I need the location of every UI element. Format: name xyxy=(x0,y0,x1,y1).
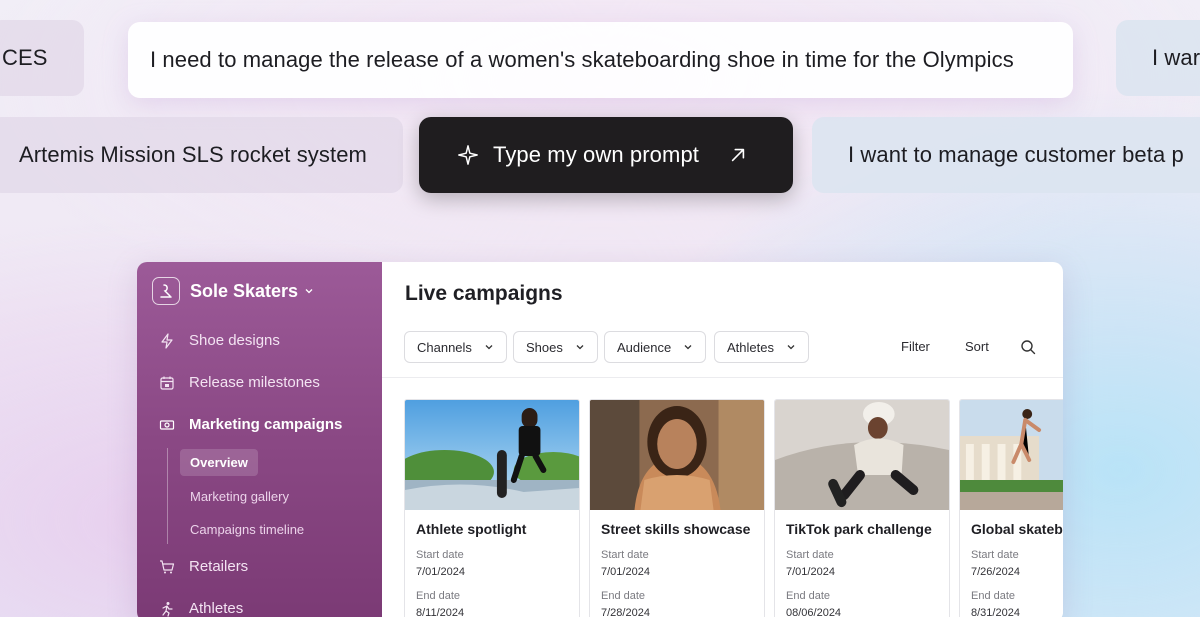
end-date-value: 08/06/2024 xyxy=(786,607,842,617)
prompt-pill-beta[interactable]: I want to manage customer beta p xyxy=(812,117,1200,193)
chip-label: Audience xyxy=(617,339,672,355)
start-date-label: Start date xyxy=(786,549,834,561)
type-own-prompt-button[interactable]: Type my own prompt xyxy=(419,117,793,193)
chip-label: Athletes xyxy=(727,339,774,355)
search-icon[interactable] xyxy=(1020,339,1036,355)
end-date-label: End date xyxy=(971,590,1016,602)
runner-icon xyxy=(162,601,173,617)
sort-button[interactable]: Sort xyxy=(965,339,989,354)
workspace-logo-icon xyxy=(152,277,180,305)
sidebar-item-marketing-campaigns[interactable]: Marketing campaigns xyxy=(159,416,342,433)
subnav-line xyxy=(167,448,168,544)
start-date-value: 7/01/2024 xyxy=(601,566,650,578)
filter-audience-dropdown[interactable]: Audience xyxy=(604,331,707,363)
sidebar-item-label: Retailers xyxy=(189,558,249,575)
filter-athletes-dropdown[interactable]: Athletes xyxy=(714,331,809,363)
prompt-pill-ces[interactable]: CES xyxy=(0,20,84,96)
start-date-label: Start date xyxy=(416,549,464,561)
campaign-card[interactable]: Street skills showcase Start date 7/01/2… xyxy=(589,399,765,617)
subnav-item-overview[interactable]: Overview xyxy=(180,449,258,476)
page-title: Live campaigns xyxy=(405,282,563,305)
prompt-text: CES xyxy=(2,45,48,70)
end-date-value: 8/11/2024 xyxy=(416,607,465,617)
sidebar-item-label: Marketing campaigns xyxy=(189,416,343,433)
sidebar-item-label: Athletes xyxy=(189,600,244,617)
campaign-photo-global-skate xyxy=(960,400,1063,510)
prompt-text: I need to manage the release of a women'… xyxy=(150,47,1014,72)
money-icon xyxy=(159,419,175,430)
chevron-down-icon xyxy=(684,345,692,350)
campaign-photo-skater-park xyxy=(405,400,579,510)
campaign-title: Athlete spotlight xyxy=(416,521,527,537)
cart-icon xyxy=(160,559,175,573)
campaign-photo-street-portrait xyxy=(590,400,764,510)
header-divider xyxy=(382,377,1063,378)
arrow-up-right-icon xyxy=(731,148,745,162)
sparkle-icon xyxy=(458,145,478,165)
end-date-value: 8/31/2024 xyxy=(971,607,1020,617)
calendar-icon xyxy=(160,376,174,390)
prompt-pill-partial[interactable]: I war xyxy=(1116,20,1200,96)
prompt-text: I war xyxy=(1152,45,1200,70)
chip-label: Channels xyxy=(417,339,472,355)
app-window: Sole Skaters Shoe designs Release milest… xyxy=(137,262,1063,617)
start-date-value: 7/01/2024 xyxy=(786,566,835,578)
start-date-label: Start date xyxy=(601,549,649,561)
end-date-label: End date xyxy=(601,590,646,602)
prompt-pill-artemis[interactable]: Artemis Mission SLS rocket system xyxy=(0,117,403,193)
prompt-text: Artemis Mission SLS rocket system xyxy=(18,142,367,167)
sidebar-item-label: Shoe designs xyxy=(189,332,280,349)
sidebar-item-athletes[interactable]: Athletes xyxy=(159,600,243,617)
campaign-title: Global skatebo xyxy=(971,521,1063,537)
campaign-card[interactable]: Global skatebo Start date 7/26/2024 End … xyxy=(959,399,1063,617)
start-date-value: 7/01/2024 xyxy=(416,566,465,578)
bolt-icon xyxy=(161,332,173,349)
subnav-item-marketing-gallery[interactable]: Marketing gallery xyxy=(180,483,299,510)
sidebar-item-shoe-designs[interactable]: Shoe designs xyxy=(159,332,280,349)
main-panel: Live campaigns Channels Shoes Audience A… xyxy=(382,262,1063,617)
end-date-label: End date xyxy=(416,590,461,602)
campaign-title: Street skills showcase xyxy=(601,521,751,537)
campaign-photo-skate-trick xyxy=(775,400,949,510)
chevron-down-icon xyxy=(576,345,584,350)
campaign-card[interactable]: TikTok park challenge Start date 7/01/20… xyxy=(774,399,950,617)
campaign-title: TikTok park challenge xyxy=(786,521,932,537)
workspace-switcher[interactable]: Sole Skaters xyxy=(152,277,314,305)
chevron-down-icon xyxy=(305,289,313,294)
prompt-text: Type my own prompt xyxy=(493,142,699,167)
end-date-label: End date xyxy=(786,590,831,602)
prompt-text: I want to manage customer beta p xyxy=(848,142,1184,167)
prompt-pill-skate-shoe[interactable]: I need to manage the release of a women'… xyxy=(128,22,1073,98)
filter-shoes-dropdown[interactable]: Shoes xyxy=(513,331,598,363)
chevron-down-icon xyxy=(787,345,795,350)
sidebar-item-label: Release milestones xyxy=(189,374,320,391)
subnav-item-campaigns-timeline[interactable]: Campaigns timeline xyxy=(180,516,314,543)
sidebar-item-release-milestones[interactable]: Release milestones xyxy=(159,374,320,391)
end-date-value: 7/28/2024 xyxy=(601,607,650,617)
campaign-card[interactable]: Athlete spotlight Start date 7/01/2024 E… xyxy=(404,399,580,617)
filter-channels-dropdown[interactable]: Channels xyxy=(404,331,507,363)
sidebar-item-retailers[interactable]: Retailers xyxy=(159,558,248,575)
chevron-down-icon xyxy=(485,345,493,350)
sidebar: Sole Skaters Shoe designs Release milest… xyxy=(137,262,382,617)
workspace-name: Sole Skaters xyxy=(190,280,299,301)
filter-button[interactable]: Filter xyxy=(901,339,930,354)
start-date-value: 7/26/2024 xyxy=(971,566,1020,578)
start-date-label: Start date xyxy=(971,549,1019,561)
chip-label: Shoes xyxy=(526,339,563,355)
